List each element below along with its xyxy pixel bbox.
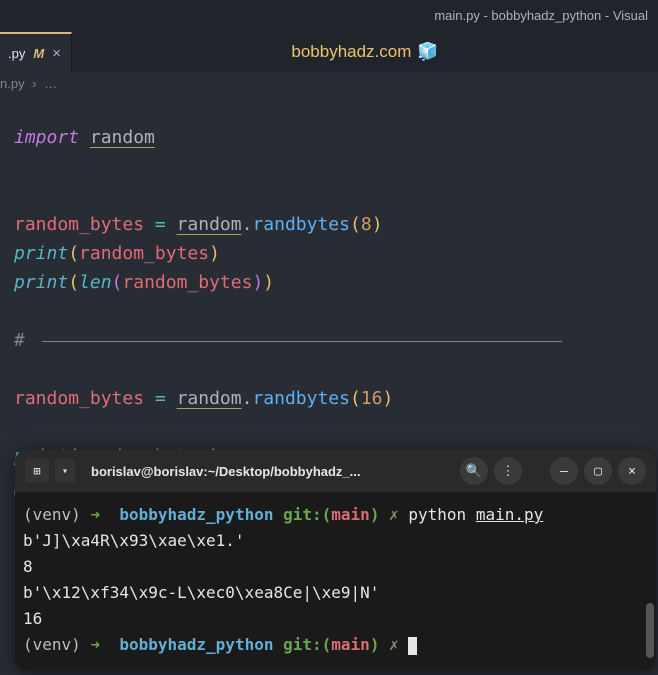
tab-filename: .py xyxy=(8,46,25,61)
menu-icon[interactable]: ⋮ xyxy=(494,457,522,485)
new-tab-icon[interactable]: ⊞ xyxy=(25,459,49,483)
terminal-output: b'J]\xa4R\x93\xae\xe1.' xyxy=(23,528,648,554)
watermark-text: bobbyhadz.com xyxy=(291,42,411,62)
code-line: print(len(random_bytes)) xyxy=(14,268,658,297)
maximize-button[interactable]: ▢ xyxy=(584,457,612,485)
breadcrumb-sep: › xyxy=(32,76,36,91)
breadcrumb[interactable]: n.py › … xyxy=(0,72,658,99)
code-line: random_bytes = random.randbytes(8) xyxy=(14,210,658,239)
minimize-button[interactable]: – xyxy=(550,457,578,485)
divider-line xyxy=(42,341,562,342)
tab-main-py[interactable]: .py M × xyxy=(0,32,72,72)
breadcrumb-file[interactable]: n.py xyxy=(0,76,25,91)
code-comment-line: # xyxy=(14,326,658,355)
code-line: print(random_bytes) xyxy=(14,239,658,268)
terminal-cursor xyxy=(408,637,417,655)
terminal-panel: ⊞ ▾ borislav@borislav:~/Desktop/bobbyhad… xyxy=(15,450,656,670)
window-title-bar: main.py - bobbyhadz_python - Visual xyxy=(0,0,658,30)
terminal-line: (venv) ➜ bobbyhadz_python git:(main) ✗ xyxy=(23,632,648,658)
tab-dropdown-icon[interactable]: ▾ xyxy=(55,459,75,483)
modified-indicator: M xyxy=(33,46,44,61)
window-title: main.py - bobbyhadz_python - Visual xyxy=(434,8,648,23)
cube-icon: 🧊 xyxy=(417,42,438,62)
terminal-header: ⊞ ▾ borislav@borislav:~/Desktop/bobbyhad… xyxy=(15,450,656,492)
code-line: random_bytes = random.randbytes(16) xyxy=(14,384,658,413)
code-blank xyxy=(14,297,658,326)
code-blank xyxy=(14,413,658,442)
watermark: bobbyhadz.com 🧊 xyxy=(72,32,658,72)
search-icon[interactable]: 🔍 xyxy=(460,457,488,485)
code-line: import random xyxy=(14,123,658,152)
editor-tabs: .py M × bobbyhadz.com 🧊 xyxy=(0,30,658,72)
terminal-output: 16 xyxy=(23,606,648,632)
code-editor[interactable]: import random random_bytes = random.rand… xyxy=(0,99,658,500)
close-tab-icon[interactable]: × xyxy=(52,45,61,62)
terminal-output: 8 xyxy=(23,554,648,580)
terminal-line: (venv) ➜ bobbyhadz_python git:(main) ✗ p… xyxy=(23,502,648,528)
terminal-scrollbar[interactable] xyxy=(646,603,654,658)
breadcrumb-more[interactable]: … xyxy=(44,76,57,91)
terminal-title: borislav@borislav:~/Desktop/bobbyhadz_..… xyxy=(91,464,454,479)
code-blank xyxy=(14,152,658,181)
code-blank xyxy=(14,355,658,384)
close-button[interactable]: × xyxy=(618,457,646,485)
terminal-output: b'\x12\xf34\x9c-L\xec0\xea8Ce|\xe9|N' xyxy=(23,580,648,606)
terminal-body[interactable]: (venv) ➜ bobbyhadz_python git:(main) ✗ p… xyxy=(15,492,656,670)
code-blank xyxy=(14,181,658,210)
